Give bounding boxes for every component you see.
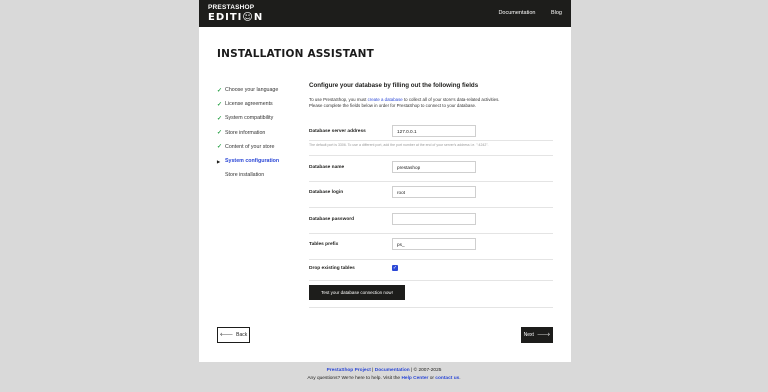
- test-connection-button[interactable]: Test your database connection now!: [309, 285, 405, 300]
- next-button[interactable]: Next 🡒: [521, 327, 553, 343]
- tables-prefix-label: Tables prefix: [309, 241, 339, 247]
- divider: [309, 307, 553, 308]
- footer-line-1: PrestaShop Project | Documentation | © 2…: [0, 367, 768, 375]
- form-intro: To use PrestaShop, you must create a dat…: [309, 97, 553, 109]
- login-row: Database login root: [309, 186, 553, 198]
- back-button[interactable]: 🡐 Back: [217, 327, 250, 343]
- database-form: Configure your database by filling out t…: [309, 82, 553, 308]
- step-item-current: ▶ System configuration: [217, 154, 279, 168]
- prefix-row: Tables prefix ps_: [309, 238, 553, 250]
- step-label: System configuration: [225, 158, 280, 165]
- server-row: Database server address 127.0.0.1: [309, 125, 553, 137]
- divider: [309, 140, 553, 141]
- step-label: Store information: [225, 129, 266, 136]
- footer-question: Any questions? We're here to help. Visit…: [307, 376, 402, 381]
- server-label: Database server address: [309, 128, 366, 134]
- step-item: Store installation: [217, 168, 279, 182]
- check-icon: ✓: [217, 130, 223, 137]
- step-label: Content of your store: [225, 143, 275, 150]
- step-item: ✓ System compatibility: [217, 111, 279, 125]
- step-item: ✓ Choose your language: [217, 83, 279, 97]
- tables-prefix-input[interactable]: ps_: [392, 238, 476, 250]
- db-login-input[interactable]: root: [392, 186, 476, 198]
- copyright: | © 2007-2025: [409, 368, 442, 373]
- intro-text-2: to collect all of your store's data-rela…: [402, 97, 500, 102]
- current-step-icon: ▶: [217, 158, 221, 164]
- step-label: Choose your language: [225, 87, 279, 94]
- drop-row: Drop existing tables ✓: [309, 265, 553, 271]
- intro-text: To use PrestaShop, you must: [309, 97, 368, 102]
- page-footer: PrestaShop Project | Documentation | © 2…: [0, 367, 768, 383]
- page-title: INSTALLATION ASSISTANT: [217, 48, 374, 60]
- top-header: PRESTASHOP EDITI☺N Documentation Blog: [199, 0, 571, 27]
- prestashop-edition-logo[interactable]: PRESTASHOP EDITI☺N: [208, 4, 264, 23]
- db-password-label: Database password: [309, 216, 355, 222]
- step-item: ✓ Content of your store: [217, 140, 279, 154]
- divider: [309, 181, 553, 182]
- step-label: Store installation: [225, 172, 265, 179]
- check-icon: ✓: [217, 115, 223, 122]
- prestashop-project-link[interactable]: PrestaShop Project: [327, 368, 371, 373]
- documentation-link[interactable]: Documentation: [375, 368, 410, 373]
- db-name-input[interactable]: prestashop: [392, 161, 476, 173]
- step-label: System compatibility: [225, 115, 274, 122]
- divider: [309, 280, 553, 281]
- divider: [309, 233, 553, 234]
- drop-tables-label: Drop existing tables: [309, 265, 355, 271]
- form-heading: Configure your database by filling out t…: [309, 82, 479, 89]
- step-label: License agreements: [225, 101, 273, 108]
- next-label: Next: [523, 332, 534, 338]
- name-row: Database name prestashop: [309, 161, 553, 173]
- password-row: Database password: [309, 213, 553, 225]
- create-database-link[interactable]: create a database: [368, 97, 403, 102]
- contact-us-link[interactable]: contact us: [435, 376, 459, 381]
- installer-card: INSTALLATION ASSISTANT ✓ Choose your lang…: [199, 27, 571, 362]
- logo-line-2: EDITI☺N: [208, 11, 264, 23]
- intro-line-2: Please complete the fields below in orde…: [309, 103, 477, 108]
- logo-line-1: PRESTASHOP: [208, 4, 255, 11]
- footer-period: .: [459, 376, 461, 381]
- step-item: ✓ License agreements: [217, 97, 279, 111]
- arrow-right-icon: 🡒: [536, 332, 551, 338]
- steps-list: ✓ Choose your language ✓ License agreement…: [217, 83, 279, 182]
- db-password-input[interactable]: [392, 213, 476, 225]
- db-login-label: Database login: [309, 189, 344, 195]
- check-icon: ✓: [217, 87, 223, 94]
- server-address-input[interactable]: 127.0.0.1: [392, 125, 476, 137]
- divider: [309, 155, 553, 156]
- server-hint: The default port is 3306. To use a diffe…: [309, 143, 489, 147]
- drop-tables-checkbox[interactable]: ✓: [392, 265, 398, 271]
- help-center-link[interactable]: Help Center: [401, 376, 428, 381]
- back-label: Back: [236, 332, 248, 338]
- check-icon: ✓: [217, 101, 223, 108]
- nav-documentation-link[interactable]: Documentation: [498, 10, 535, 16]
- db-name-label: Database name: [309, 164, 345, 170]
- top-nav: Documentation Blog: [484, 10, 562, 16]
- divider: [309, 207, 553, 208]
- step-item: ✓ Store information: [217, 126, 279, 140]
- divider: [309, 259, 553, 260]
- check-icon: ✓: [217, 144, 223, 151]
- footer-line-2: Any questions? We're here to help. Visit…: [0, 375, 768, 383]
- arrow-left-icon: 🡐: [219, 332, 234, 338]
- nav-blog-link[interactable]: Blog: [551, 10, 562, 16]
